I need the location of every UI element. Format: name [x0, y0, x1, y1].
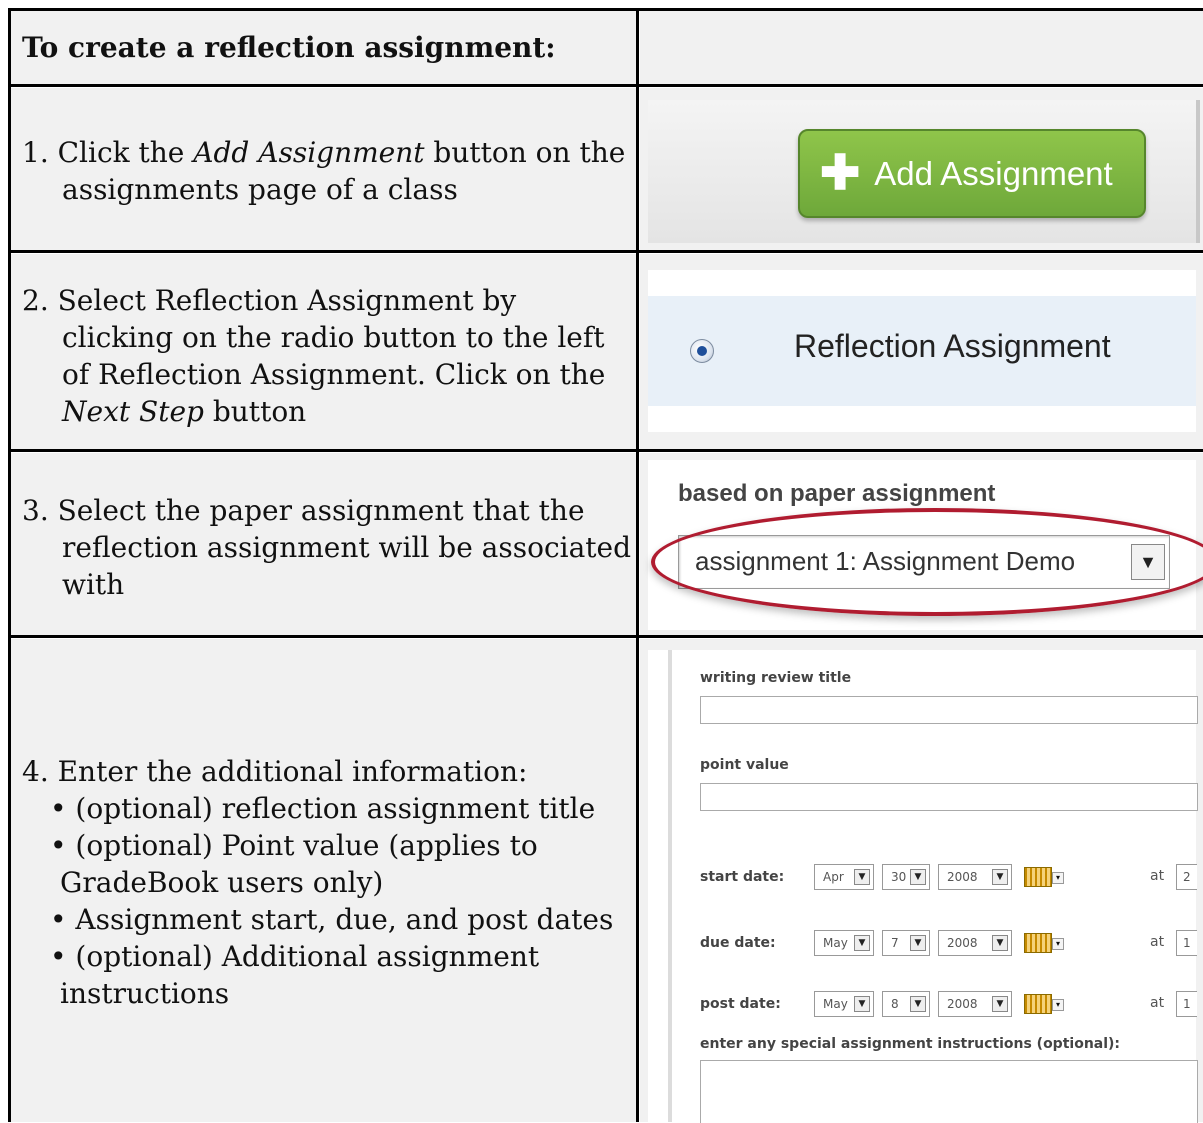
post-month-value: May	[823, 997, 848, 1011]
start-year-value: 2008	[947, 870, 978, 884]
start-day-select[interactable]: 30 ▼	[882, 864, 930, 890]
due-day-select[interactable]: 7 ▼	[882, 930, 930, 956]
calendar-dropdown-icon[interactable]: ▾	[1052, 872, 1064, 884]
post-time-value: 1	[1183, 997, 1191, 1011]
reflection-radio-button[interactable]	[690, 339, 714, 363]
step3-line1: 3. Select the paper assignment that the	[22, 494, 585, 527]
step4-bullet4b: instructions	[60, 977, 230, 1010]
at-label: at	[1150, 868, 1165, 884]
calendar-dropdown-icon[interactable]: ▾	[1052, 999, 1064, 1011]
add-assignment-screenshot: ✚ Add Assignment	[648, 100, 1200, 243]
step3-line3: with	[62, 568, 125, 601]
step1-line2: assignments page of a class	[62, 173, 458, 206]
step2-line2: clicking on the radio button to the left	[62, 321, 605, 354]
paper-assignment-label: based on paper assignment	[678, 480, 996, 507]
start-time-select[interactable]: 2	[1176, 864, 1197, 890]
start-time-value: 2	[1183, 870, 1191, 884]
plus-icon: ✚	[820, 146, 861, 200]
at-label: at	[1150, 995, 1165, 1011]
step1-pre: 1. Click the	[22, 136, 194, 169]
step2-text: 2. Select Reflection Assignment by click…	[22, 282, 632, 430]
dropdown-arrow-icon: ▼	[854, 869, 870, 885]
due-month-select[interactable]: May ▼	[814, 930, 874, 956]
step4-bullet3: • Assignment start, due, and post dates	[50, 903, 614, 936]
instructions-textarea[interactable]	[700, 1060, 1198, 1123]
table-border-left	[8, 8, 11, 1122]
post-day-value: 8	[891, 997, 899, 1011]
start-month-select[interactable]: Apr ▼	[814, 864, 874, 890]
calendar-icon[interactable]	[1024, 933, 1052, 953]
post-year-value: 2008	[947, 997, 978, 1011]
step1-text: 1. Click the Add Assignment button on th…	[22, 134, 632, 208]
step2-line3: of Reflection Assignment. Click on the	[62, 358, 606, 391]
post-month-select[interactable]: May ▼	[814, 991, 874, 1017]
step2-em: Next Step	[62, 395, 204, 428]
step3-text: 3. Select the paper assignment that the …	[22, 492, 632, 603]
due-year-select[interactable]: 2008 ▼	[938, 930, 1012, 956]
step4-bullet4a: • (optional) Additional assignment	[50, 940, 540, 973]
dropdown-arrow-icon: ▼	[854, 996, 870, 1012]
row-divider	[8, 84, 1203, 87]
dropdown-arrow-icon: ▼	[910, 935, 926, 951]
step4-bullet1: • (optional) reflection assignment title	[50, 792, 596, 825]
due-date-label: due date:	[700, 935, 776, 951]
row-divider	[8, 635, 1203, 638]
start-date-label: start date:	[700, 869, 785, 885]
calendar-icon[interactable]	[1024, 867, 1052, 887]
due-day-value: 7	[891, 936, 899, 950]
step4-bullet2a: • (optional) Point value (applies to	[50, 829, 538, 862]
reflection-radio-screenshot: Reflection Assignment	[648, 270, 1196, 432]
instructions-label: enter any special assignment instruction…	[700, 1036, 1121, 1052]
due-time-value: 1	[1183, 936, 1191, 950]
add-assignment-button[interactable]: ✚ Add Assignment	[798, 129, 1146, 218]
point-value-input[interactable]	[700, 783, 1198, 811]
dropdown-arrow-icon: ▼	[992, 869, 1008, 885]
step2-line1: 2. Select Reflection Assignment by	[22, 284, 517, 317]
assignment-form-screenshot: writing review title point value start d…	[648, 650, 1198, 1123]
step1-em: Add Assignment	[193, 136, 425, 169]
title-input[interactable]	[700, 696, 1198, 724]
start-year-select[interactable]: 2008 ▼	[938, 864, 1012, 890]
step4-text: 4. Enter the additional information: • (…	[22, 753, 632, 1012]
add-assignment-label: Add Assignment	[874, 154, 1113, 192]
paper-assignment-screenshot: based on paper assignment assignment 1: …	[648, 460, 1203, 630]
table-heading: To create a reflection assignment:	[22, 31, 556, 64]
step4-line1: 4. Enter the additional information:	[22, 755, 528, 788]
dropdown-arrow-icon: ▼	[910, 996, 926, 1012]
dropdown-arrow-icon: ▼	[910, 869, 926, 885]
step2-line4: Next Step button	[22, 393, 632, 430]
calendar-icon[interactable]	[1024, 994, 1052, 1014]
highlight-ellipse	[651, 508, 1203, 616]
form-left-border	[668, 650, 672, 1122]
calendar-dropdown-icon[interactable]: ▾	[1052, 938, 1064, 950]
step2-post: button	[203, 395, 307, 428]
post-date-label: post date:	[700, 996, 781, 1012]
post-day-select[interactable]: 8 ▼	[882, 991, 930, 1017]
start-day-value: 30	[891, 870, 907, 884]
step4-bullet2b: GradeBook users only)	[60, 866, 384, 899]
row-divider	[8, 250, 1203, 253]
dropdown-arrow-icon: ▼	[854, 935, 870, 951]
title-label: writing review title	[700, 670, 852, 686]
due-time-select[interactable]: 1	[1176, 930, 1197, 956]
due-year-value: 2008	[947, 936, 978, 950]
point-value-label: point value	[700, 757, 789, 773]
dropdown-arrow-icon: ▼	[992, 996, 1008, 1012]
reflection-radio-label: Reflection Assignment	[794, 328, 1111, 364]
table-border-top	[8, 8, 1203, 11]
column-divider	[636, 8, 639, 1122]
row-divider	[8, 449, 1203, 452]
dropdown-arrow-icon: ▼	[992, 935, 1008, 951]
start-month-value: Apr	[823, 870, 844, 884]
step1-post: button on the	[424, 136, 626, 169]
at-label: at	[1150, 934, 1165, 950]
post-year-select[interactable]: 2008 ▼	[938, 991, 1012, 1017]
step3-line2: reflection assignment will be associated	[62, 531, 632, 564]
due-month-value: May	[823, 936, 848, 950]
post-time-select[interactable]: 1	[1176, 991, 1197, 1017]
header-cell-right	[640, 10, 1203, 84]
